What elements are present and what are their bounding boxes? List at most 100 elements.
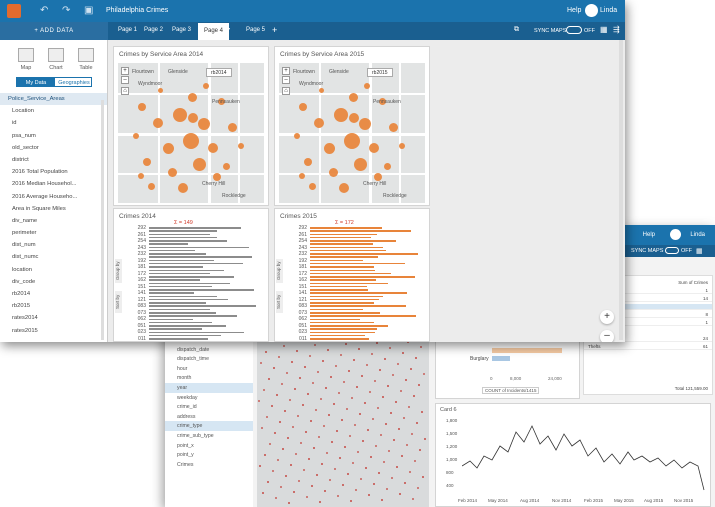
bar[interactable] <box>310 230 412 232</box>
bar[interactable] <box>310 334 365 337</box>
bar[interactable] <box>149 338 209 340</box>
field-item[interactable]: rb2015 <box>0 300 107 312</box>
zoom-out-button[interactable]: – <box>600 330 614 342</box>
bar[interactable] <box>310 246 383 249</box>
bar[interactable] <box>310 341 376 342</box>
bar[interactable] <box>310 305 406 307</box>
crime-area-bubble[interactable] <box>369 143 379 153</box>
crime-area-bubble[interactable] <box>339 183 349 193</box>
bar[interactable] <box>149 259 214 262</box>
bar[interactable] <box>149 302 207 304</box>
bar[interactable] <box>149 253 207 255</box>
field-item[interactable]: 2016 Median Househol... <box>0 178 107 190</box>
crime-area-bubble[interactable] <box>228 123 237 132</box>
bar[interactable] <box>149 230 218 232</box>
bar[interactable] <box>149 292 195 294</box>
group-by-button[interactable]: Group by <box>115 259 122 283</box>
zoom-in-icon[interactable]: + <box>282 67 290 75</box>
bar[interactable] <box>310 331 375 334</box>
field-item[interactable]: rb2014 <box>0 288 107 300</box>
chart-tool-button[interactable]: Chart <box>42 48 70 71</box>
bar[interactable] <box>310 279 376 281</box>
field-item[interactable]: 2016 Average Househo... <box>0 191 107 203</box>
field-item[interactable]: hour <box>165 364 253 374</box>
crime-points-map[interactable] <box>257 335 429 507</box>
bar[interactable] <box>149 312 217 314</box>
dataset-item[interactable]: Police_Service_Areas <box>0 93 107 106</box>
crime-area-bubble[interactable] <box>143 158 151 166</box>
bar[interactable] <box>149 334 221 337</box>
field-item[interactable]: location <box>0 264 107 276</box>
crime-area-bubble[interactable] <box>324 143 335 154</box>
bar[interactable] <box>149 325 226 327</box>
layer-legend-chip[interactable]: rb2014 <box>206 68 232 77</box>
sort-by-button[interactable]: Sort by <box>115 291 122 313</box>
bar[interactable] <box>149 315 237 317</box>
bar[interactable] <box>149 305 256 307</box>
add-data-button[interactable]: + ADD DATA <box>0 22 108 40</box>
bar[interactable] <box>149 249 196 252</box>
bar[interactable] <box>149 298 229 301</box>
field-item[interactable]: month <box>165 373 253 383</box>
crime-area-bubble[interactable] <box>138 173 144 179</box>
zoom-in-button[interactable]: + <box>600 310 614 324</box>
card-title[interactable]: Crimes by Service Area 2014 <box>119 51 203 58</box>
bar[interactable] <box>149 272 210 275</box>
bar[interactable] <box>149 236 218 239</box>
crime-area-bubble[interactable] <box>319 88 324 93</box>
add-page-icon[interactable]: + <box>272 25 277 35</box>
crime-area-bubble[interactable] <box>178 183 188 193</box>
crime-area-bubble[interactable] <box>304 158 312 166</box>
bar[interactable] <box>310 243 373 245</box>
field-item[interactable]: point_x <box>165 441 253 451</box>
canvas-scrollbar[interactable] <box>619 40 623 340</box>
crime-area-bubble[interactable] <box>198 118 210 130</box>
tab-page-3[interactable]: Page 3 <box>166 22 197 39</box>
field-item[interactable]: Area in Square Miles <box>0 203 107 215</box>
bar[interactable] <box>310 269 375 271</box>
bar[interactable] <box>310 321 374 324</box>
bar[interactable] <box>149 279 200 281</box>
zoom-out-icon[interactable]: – <box>282 76 290 84</box>
field-item[interactable]: crime_id <box>165 402 253 412</box>
bar[interactable] <box>149 262 243 265</box>
layout-icon[interactable]: ⧉ <box>514 26 519 34</box>
sort-by-button[interactable]: Sort by <box>276 291 283 313</box>
bar[interactable] <box>149 227 242 229</box>
field-item[interactable]: old_sector <box>0 142 107 154</box>
bar[interactable] <box>310 227 382 229</box>
bar[interactable] <box>149 289 254 291</box>
grid-icon[interactable]: ▦ <box>696 247 703 255</box>
bar[interactable] <box>310 328 378 330</box>
bar[interactable] <box>310 236 371 239</box>
bar[interactable] <box>149 256 253 258</box>
table-header[interactable]: Sum of Crimes <box>678 280 708 285</box>
bar[interactable] <box>310 302 374 304</box>
crime-area-bubble[interactable] <box>188 93 197 102</box>
crime-area-bubble[interactable] <box>188 113 198 123</box>
bar-card-bar[interactable] <box>492 356 510 361</box>
bar[interactable] <box>149 266 203 268</box>
crime-area-bubble[interactable] <box>309 183 316 190</box>
crime-area-bubble[interactable] <box>168 168 177 177</box>
bar[interactable] <box>149 285 212 288</box>
bar[interactable] <box>310 282 389 285</box>
crime-area-bubble[interactable] <box>384 163 391 170</box>
bar[interactable] <box>149 276 234 278</box>
bar[interactable] <box>149 331 244 334</box>
bar[interactable] <box>310 262 405 265</box>
field-list-scrollbar[interactable] <box>101 100 104 340</box>
table-row[interactable]: Thefts 61 <box>584 344 712 350</box>
field-item[interactable]: crime_type <box>165 421 253 431</box>
save-icon[interactable]: ▣ <box>84 5 93 16</box>
bar-card-axis-label[interactable]: COUNT of Incidents/1415 <box>482 387 540 394</box>
crime-area-bubble[interactable] <box>349 113 359 123</box>
field-item[interactable]: Location <box>0 105 107 117</box>
bar[interactable] <box>310 318 360 321</box>
card-title[interactable]: Crimes 2014 <box>119 213 156 220</box>
crime-area-bubble[interactable] <box>329 168 338 177</box>
crime-area-bubble[interactable] <box>208 143 218 153</box>
group-by-button[interactable]: Group by <box>276 259 283 283</box>
table-tool-button[interactable]: Table <box>72 48 100 71</box>
crime-area-bubble[interactable] <box>223 163 230 170</box>
